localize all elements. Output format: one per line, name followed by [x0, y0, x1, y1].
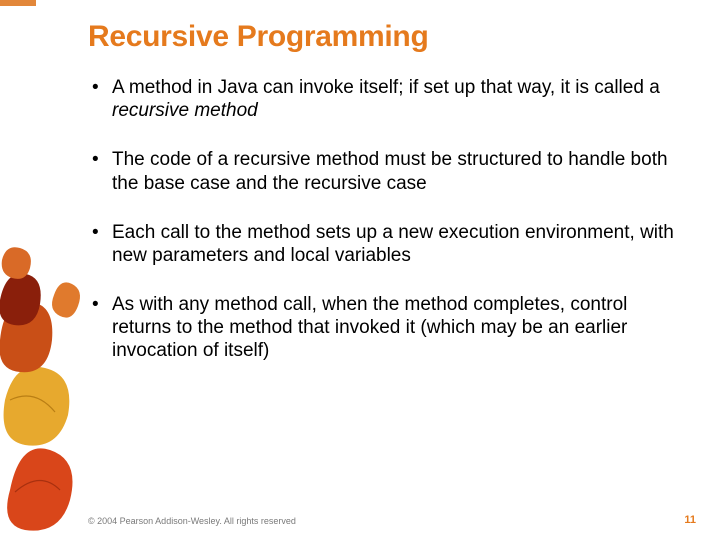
- content-area: Recursive Programming A method in Java c…: [88, 20, 690, 389]
- bullet-text-em: recursive method: [112, 100, 258, 121]
- autumn-leaves-decoration: [0, 240, 90, 540]
- bullet-item: The code of a recursive method must be s…: [88, 148, 690, 194]
- slide: Recursive Programming A method in Java c…: [0, 0, 720, 540]
- bullet-text-pre: As with any method call, when the method…: [112, 294, 627, 361]
- bullet-item: As with any method call, when the method…: [88, 293, 690, 363]
- bullet-text-pre: The code of a recursive method must be s…: [112, 149, 668, 193]
- copyright-text: © 2004 Pearson Addison-Wesley. All right…: [88, 516, 296, 526]
- page-number: 11: [684, 514, 696, 526]
- bullet-text-pre: Each call to the method sets up a new ex…: [112, 222, 674, 266]
- slide-title: Recursive Programming: [88, 20, 690, 54]
- bullet-list: A method in Java can invoke itself; if s…: [88, 76, 690, 363]
- bullet-item: Each call to the method sets up a new ex…: [88, 221, 690, 267]
- top-accent-bar: [0, 0, 36, 6]
- bullet-text-pre: A method in Java can invoke itself; if s…: [112, 77, 660, 98]
- bullet-item: A method in Java can invoke itself; if s…: [88, 76, 690, 122]
